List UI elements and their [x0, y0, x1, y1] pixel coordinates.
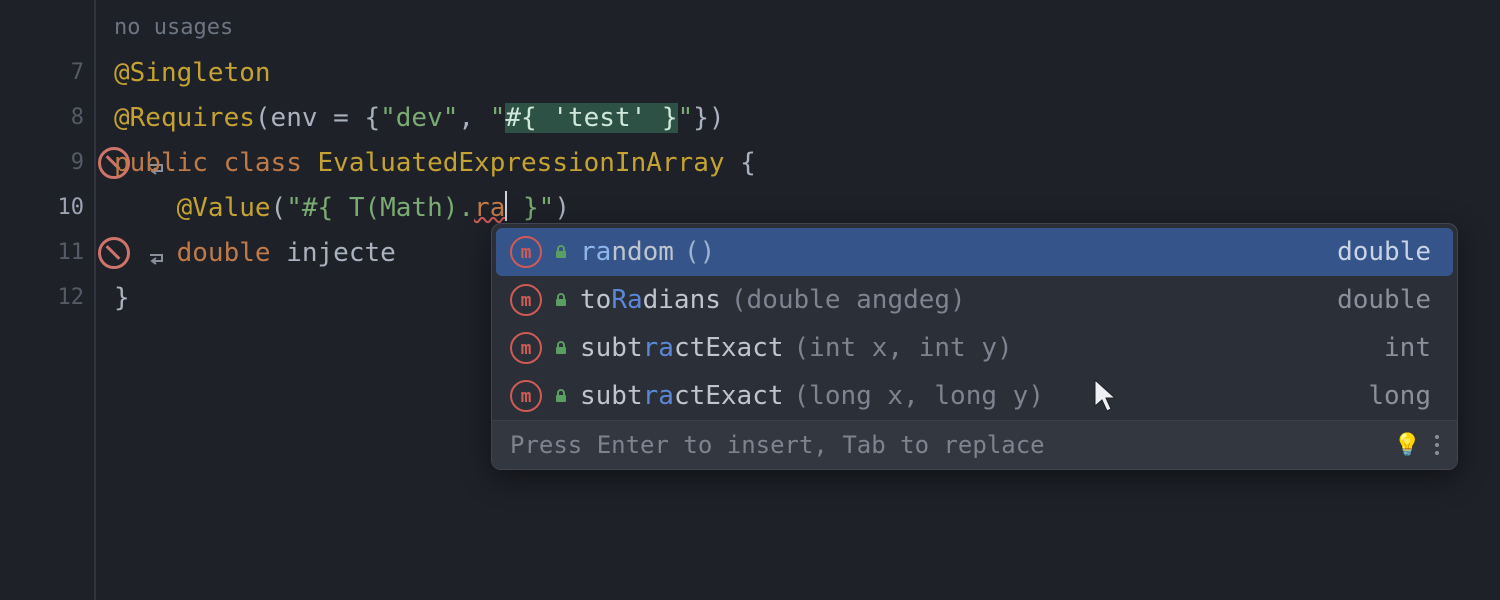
- bulb-icon[interactable]: 💡: [1394, 433, 1421, 458]
- class-name: EvaluatedExpressionInArray: [318, 148, 725, 178]
- line-number: 8: [71, 105, 84, 130]
- completion-hint-bar: Press Enter to insert, Tab to replace 💡: [492, 420, 1457, 469]
- completion-item[interactable]: m toRadians(double angdeg) double: [496, 276, 1453, 324]
- completion-label: subtractExact: [580, 333, 784, 363]
- completion-label: subtractExact: [580, 381, 784, 411]
- method-icon: m: [510, 284, 542, 316]
- lock-icon: [552, 291, 570, 309]
- annotation-singleton: @Singleton: [114, 58, 271, 88]
- inlay-hint: no usages: [114, 15, 233, 40]
- line-number: 11: [58, 240, 85, 265]
- line-number: 12: [58, 285, 85, 310]
- lock-icon: [552, 387, 570, 405]
- annotation-requires: @Requires: [114, 103, 255, 133]
- method-icon: m: [510, 332, 542, 364]
- completion-popup[interactable]: m random() double m toRadians(double ang…: [491, 223, 1458, 470]
- completion-label: random: [580, 237, 674, 267]
- more-icon[interactable]: [1435, 435, 1439, 455]
- completion-return-type: long: [1368, 381, 1431, 411]
- lock-icon: [552, 243, 570, 261]
- completion-return-type: double: [1337, 285, 1431, 315]
- completion-item[interactable]: m subtractExact(long x, long y) long: [496, 372, 1453, 420]
- line-number: 10: [58, 195, 85, 220]
- completion-return-type: double: [1337, 237, 1431, 267]
- completion-hint-text: Press Enter to insert, Tab to replace: [510, 431, 1045, 459]
- method-icon: m: [510, 380, 542, 412]
- line-number: 9: [71, 150, 84, 175]
- completion-item[interactable]: m subtractExact(int x, int y) int: [496, 324, 1453, 372]
- completion-label: toRadians: [580, 285, 721, 315]
- line-number: 7: [71, 60, 84, 85]
- typed-text: ra: [474, 193, 505, 223]
- completion-item[interactable]: m random() double: [496, 228, 1453, 276]
- code-area[interactable]: no usages @Singleton @Requires(env = {"d…: [96, 0, 1500, 600]
- lock-icon: [552, 339, 570, 357]
- annotation-value: @Value: [177, 193, 271, 223]
- completion-return-type: int: [1384, 333, 1431, 363]
- method-icon: m: [510, 236, 542, 268]
- gutter: 7 8 9 10 11 12: [0, 0, 96, 600]
- evaluated-expression-highlight: #{ 'test' }: [505, 103, 677, 133]
- code-editor[interactable]: 7 8 9 10 11 12 no usages @Singleton @Req…: [0, 0, 1500, 600]
